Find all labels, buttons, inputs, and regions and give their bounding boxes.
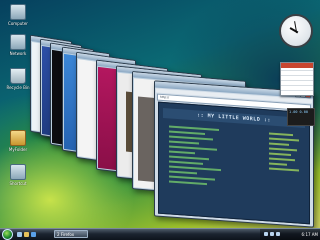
folder-icon	[10, 130, 26, 146]
show-desktop-icon[interactable]	[17, 232, 22, 237]
desktop-icon-label: Computer	[8, 21, 28, 26]
system-tray: 6:17 AM	[260, 229, 320, 240]
stocks-gadget[interactable]: 1.00 0.00	[287, 108, 315, 126]
desktop-icon-computer[interactable]: Computer	[3, 4, 33, 26]
file-icon	[10, 164, 26, 180]
front-browser-window[interactable]: http:// :: MY LITTLE WORLD ::	[154, 80, 314, 228]
recycle-bin-icon	[10, 68, 26, 84]
taskbar: 2 Firefox 6:17 AM	[0, 228, 320, 240]
page-sidebar	[269, 132, 303, 174]
network-tray-icon[interactable]	[264, 232, 268, 236]
start-button[interactable]	[2, 229, 13, 240]
flip-3d-window-stack: http:// :: MY LITTLE WORLD ::	[28, 30, 318, 230]
clock-gadget[interactable]	[279, 14, 313, 48]
tray-app-icon[interactable]	[276, 232, 280, 236]
computer-icon	[10, 4, 26, 20]
taskbar-button-firefox[interactable]: 2 Firefox	[54, 230, 88, 238]
volume-icon[interactable]	[270, 232, 274, 236]
network-icon	[10, 34, 26, 50]
switch-windows-icon[interactable]	[24, 232, 29, 237]
taskbar-clock[interactable]: 6:17 AM	[302, 229, 318, 240]
browser-icon[interactable]	[31, 232, 36, 237]
page-text-block	[169, 125, 229, 189]
page-banner: :: MY LITTLE WORLD ::	[163, 108, 305, 128]
calendar-header	[281, 63, 313, 68]
calendar-gadget[interactable]	[280, 62, 314, 96]
